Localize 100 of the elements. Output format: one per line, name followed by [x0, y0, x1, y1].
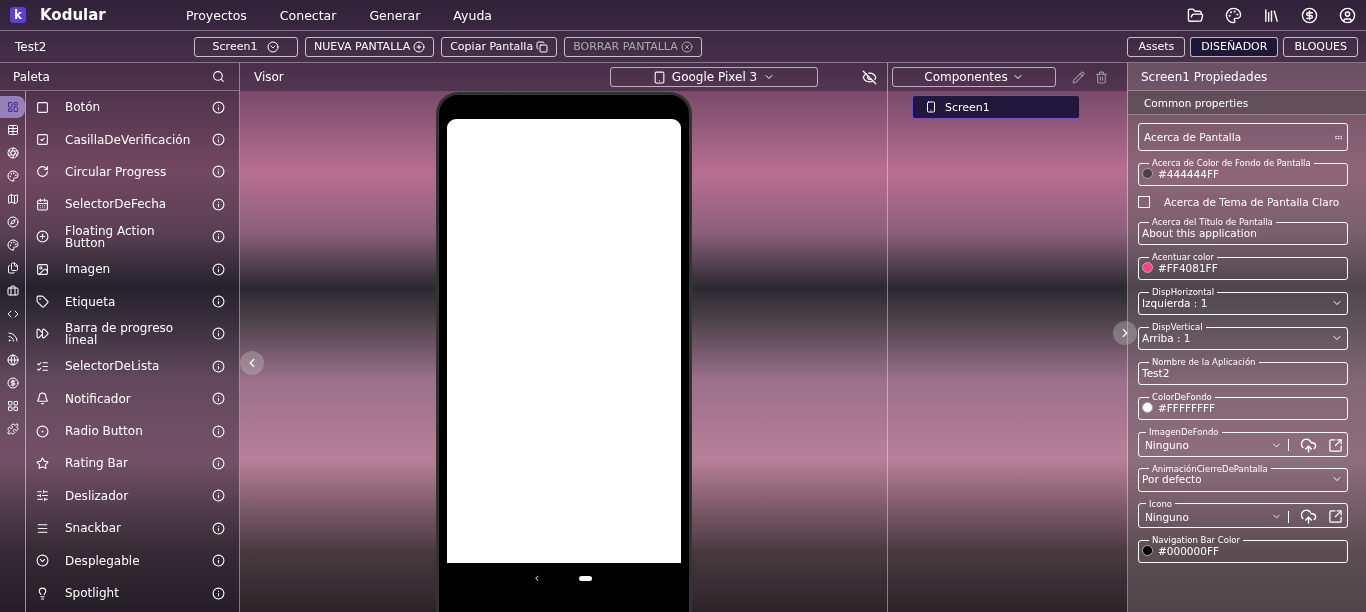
menu-item[interactable]: Conectar	[279, 7, 337, 23]
color-field[interactable]: Acentuar color #FF4081FF	[1138, 253, 1348, 280]
info-icon[interactable]	[212, 424, 225, 438]
field-value: #FFFFFFFF	[1158, 401, 1217, 414]
screen-button[interactable]: NUEVA PANTALLA	[305, 36, 435, 57]
screen-button[interactable]: Screen1	[194, 36, 298, 57]
external-link-icon[interactable]	[1328, 509, 1343, 524]
info-icon[interactable]	[212, 586, 225, 600]
info-icon[interactable]	[212, 133, 225, 147]
palette-icon[interactable]	[1225, 6, 1242, 24]
delete-icon[interactable]	[1095, 70, 1108, 84]
view-tab[interactable]: BLOQUES	[1283, 36, 1358, 57]
palette-item[interactable]: SelectorDeLista	[26, 350, 239, 383]
asset-field[interactable]: Icono Ninguno	[1138, 499, 1348, 528]
component-icon	[36, 359, 49, 373]
components-dropdown[interactable]: Componentes	[892, 67, 1056, 87]
text-area[interactable]: Acerca de Pantalla	[1138, 123, 1348, 151]
external-link-icon[interactable]	[1328, 437, 1343, 453]
palette-item[interactable]: Barra de progreso lineal	[26, 317, 239, 351]
palette-item[interactable]: Imagen	[26, 252, 239, 286]
info-icon[interactable]	[212, 359, 225, 373]
dropdown-field[interactable]: AnimaciónCierreDePantalla Por defecto	[1138, 464, 1348, 492]
component-icon	[36, 489, 49, 503]
category-icon	[6, 101, 19, 113]
palette-item[interactable]: Floating Action Button	[26, 220, 239, 253]
asset-field[interactable]: ImagenDeFondo Ninguno	[1138, 428, 1348, 457]
component-name: Etiqueta	[65, 295, 117, 308]
resize-handle-icon[interactable]	[1334, 132, 1343, 142]
search-icon[interactable]	[212, 70, 225, 83]
chevron-circle-icon	[267, 40, 280, 53]
palette-item[interactable]: Etiqueta	[26, 285, 239, 318]
palette-item[interactable]: Rating Bar	[26, 447, 239, 480]
color-field[interactable]: ColorDeFondo #FFFFFFFF	[1138, 393, 1348, 420]
component-icon	[36, 295, 49, 309]
menu-item[interactable]: Ayuda	[453, 7, 492, 23]
info-icon[interactable]	[212, 295, 225, 309]
text-field[interactable]: Nombre de la Aplicación Test2	[1138, 358, 1348, 385]
screen-button[interactable]: Copiar Pantalla	[441, 36, 558, 57]
view-tab[interactable]: Assets	[1127, 36, 1186, 57]
palette-item[interactable]: Radio Button	[26, 414, 239, 448]
field-label: ImagenDeFondo	[1148, 428, 1220, 437]
info-icon[interactable]	[212, 489, 225, 503]
library-icon[interactable]	[1263, 6, 1280, 24]
palette-item[interactable]: Snackbar	[26, 512, 239, 545]
component-name: Floating Action Button	[65, 224, 156, 249]
app-logo[interactable]: k	[10, 7, 26, 23]
palette-item[interactable]: Notificador	[26, 382, 239, 415]
field-label: Acerca del Título de Pantalla	[1151, 218, 1274, 227]
palette-item[interactable]: Desplegable	[26, 544, 239, 577]
field-label: AnimaciónCierreDePantalla	[1151, 464, 1269, 473]
info-icon[interactable]	[212, 100, 225, 114]
dollar-icon[interactable]	[1301, 6, 1318, 24]
info-icon[interactable]	[212, 392, 225, 406]
info-icon[interactable]	[212, 230, 225, 244]
checkbox[interactable]	[1138, 196, 1150, 208]
collapse-left-button[interactable]	[240, 351, 264, 375]
edit-icon[interactable]	[1072, 70, 1085, 84]
color-field[interactable]: Navigation Bar Color #000000FF	[1138, 536, 1348, 563]
component-name: Botón	[65, 101, 102, 114]
menu-item[interactable]: Proyectos	[186, 7, 247, 23]
info-icon[interactable]	[212, 457, 225, 470]
field-value: Ninguno	[1145, 510, 1190, 523]
info-icon[interactable]	[212, 554, 225, 568]
component-icon	[36, 100, 49, 114]
component-name: Radio Button	[65, 425, 144, 438]
info-icon[interactable]	[212, 327, 225, 341]
category-icon	[6, 124, 19, 136]
info-icon[interactable]	[212, 262, 225, 276]
nav-back[interactable]: ‹	[534, 571, 540, 585]
field-label: Nombre de la Aplicación	[1151, 358, 1257, 367]
category-icon	[6, 285, 19, 297]
info-icon[interactable]	[212, 521, 225, 535]
palette-item[interactable]: Spotlight	[26, 576, 239, 610]
account-icon[interactable]	[1339, 6, 1356, 24]
info-icon[interactable]	[212, 197, 225, 211]
dropdown-field[interactable]: DispHorizontal Izquierda : 1	[1138, 288, 1348, 315]
plus-circle-icon	[413, 40, 426, 53]
dropdown-field[interactable]: DispVertical Arriba : 1	[1138, 323, 1348, 350]
menu-item[interactable]: Generar	[369, 7, 421, 23]
color-field[interactable]: Acerca de Color de Fondo de Pantalla #444444FF	[1138, 159, 1348, 186]
palette-item[interactable]: Deslizador	[26, 479, 239, 513]
component-tree-item[interactable]: Screen1	[912, 95, 1080, 119]
upload-icon[interactable]	[1300, 508, 1317, 525]
palette-item[interactable]: Botón	[26, 91, 239, 124]
view-tab[interactable]: DISEÑADOR	[1190, 36, 1279, 57]
collapse-right-button[interactable]	[1113, 321, 1137, 345]
eye-off-icon[interactable]	[862, 69, 877, 85]
component-name: Circular Progress	[65, 165, 168, 178]
component-icon	[36, 133, 49, 147]
palette-item[interactable]: CasillaDeVerificación	[26, 123, 239, 156]
device-dropdown[interactable]: Google Pixel 3	[610, 67, 818, 87]
component-name: SelectorDeLista	[65, 360, 161, 373]
palette-item[interactable]: SelectorDeFecha	[26, 188, 239, 221]
upload-icon[interactable]	[1300, 436, 1317, 454]
palette-item[interactable]: Circular Progress	[26, 155, 239, 189]
info-icon[interactable]	[212, 165, 225, 179]
category-icon	[6, 377, 19, 389]
component-icon	[36, 554, 49, 568]
home-pill-icon[interactable]	[579, 575, 593, 581]
text-field[interactable]: Acerca del Título de Pantalla About this application	[1138, 218, 1348, 245]
